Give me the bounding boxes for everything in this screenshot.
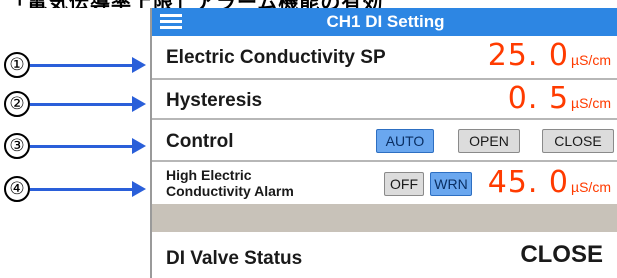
di-valve-status-label: DI Valve Status [166, 248, 303, 269]
alarm-threshold-number: 45. 0 [487, 165, 570, 200]
hamburger-menu-icon[interactable] [160, 13, 182, 31]
callout-arrow-line [30, 103, 134, 106]
callout-number: ① [4, 52, 30, 78]
callout-arrow-line [30, 188, 134, 191]
high-ec-alarm-label-line2: Conductivity Alarm [166, 183, 294, 199]
callout-4: ④ [0, 176, 150, 206]
ec-setpoint-value[interactable]: 25. 0 µS/cm [488, 38, 611, 73]
row-control: Control AUTO OPEN CLOSE [152, 120, 617, 162]
hysteresis-unit: µS/cm [571, 95, 611, 111]
callout-1: ① [0, 52, 150, 82]
alarm-threshold-unit: µS/cm [571, 179, 611, 195]
section-separator [152, 204, 617, 232]
control-label: Control [166, 131, 234, 152]
control-open-button[interactable]: OPEN [458, 129, 520, 153]
callout-number: ③ [4, 133, 30, 159]
top-caption: 「電気伝導率上限」アラーム機能の有効 [6, 0, 383, 8]
panel-title: CH1 DI Setting [326, 12, 445, 31]
control-auto-button[interactable]: AUTO [376, 129, 434, 153]
di-valve-status-value: CLOSE [520, 241, 603, 268]
ec-setpoint-unit: µS/cm [571, 52, 611, 68]
callout-3: ③ [0, 133, 150, 163]
ec-setpoint-label: Electric Conductivity SP [166, 47, 386, 68]
row-hysteresis: Hysteresis 0. 5 µS/cm [152, 80, 617, 120]
arrow-right-icon [132, 57, 146, 73]
alarm-off-button[interactable]: OFF [384, 172, 424, 196]
arrow-right-icon [132, 96, 146, 112]
alarm-wrn-button[interactable]: WRN [430, 172, 472, 196]
hysteresis-label: Hysteresis [166, 90, 263, 111]
callout-arrow-line [30, 145, 134, 148]
callout-arrow-line [30, 64, 134, 67]
high-ec-alarm-label: High Electric Conductivity Alarm [166, 167, 294, 199]
row-high-ec-alarm: High Electric Conductivity Alarm OFF WRN… [152, 162, 617, 204]
callout-number: ② [4, 91, 30, 117]
hysteresis-number: 0. 5 [507, 81, 570, 116]
ec-setpoint-number: 25. 0 [487, 38, 570, 73]
high-ec-alarm-label-line1: High Electric [166, 167, 252, 183]
title-bar: CH1 DI Setting [152, 8, 617, 36]
alarm-threshold-value[interactable]: 45. 0 µS/cm [488, 165, 611, 200]
top-caption-strip: 「電気伝導率上限」アラーム機能の有効 [0, 0, 617, 8]
control-close-button[interactable]: CLOSE [542, 129, 614, 153]
callout-number: ④ [4, 176, 30, 202]
callout-2: ② [0, 91, 150, 121]
arrow-right-icon [132, 181, 146, 197]
arrow-right-icon [132, 138, 146, 154]
hysteresis-value[interactable]: 0. 5 µS/cm [508, 81, 611, 116]
di-setting-panel: CH1 DI Setting Electric Conductivity SP … [150, 8, 617, 278]
row-ec-setpoint: Electric Conductivity SP 25. 0 µS/cm [152, 36, 617, 80]
